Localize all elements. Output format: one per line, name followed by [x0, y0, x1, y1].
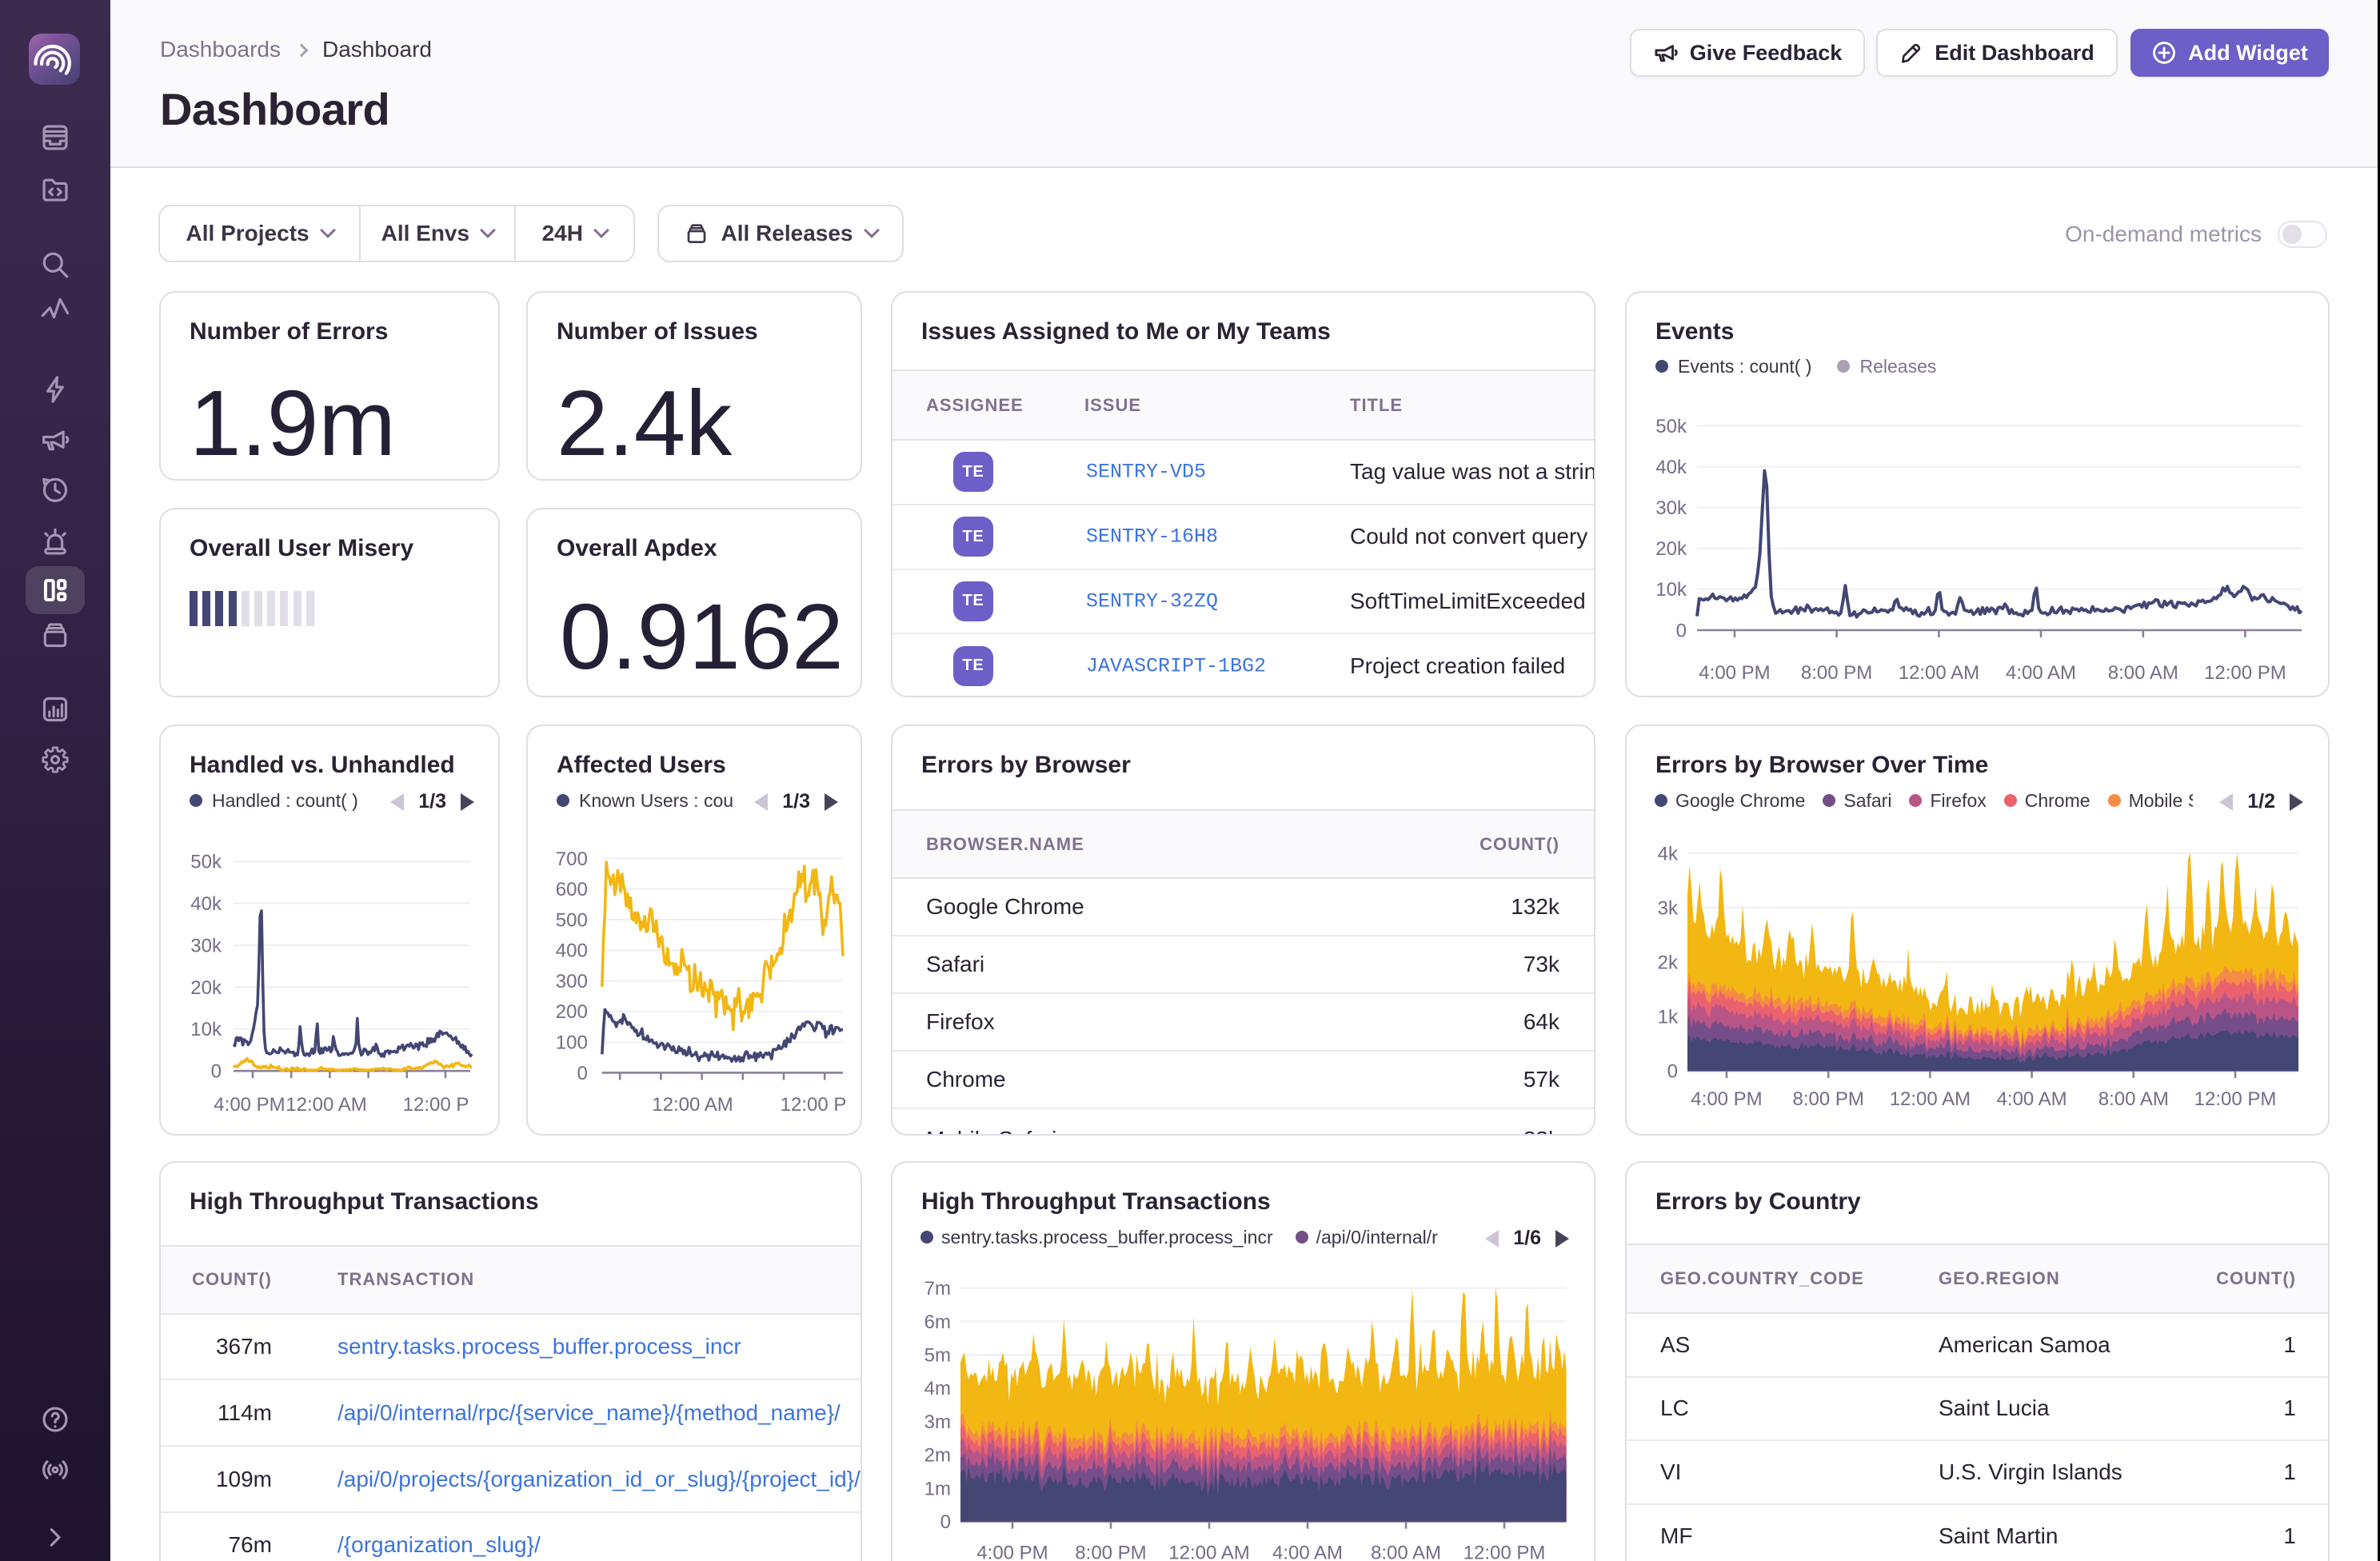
svg-text:0: 0 [211, 1061, 222, 1083]
svg-text:12:00 P: 12:00 P [781, 1094, 847, 1116]
svg-text:8:00 PM: 8:00 PM [1793, 1088, 1864, 1110]
svg-text:600: 600 [556, 879, 588, 900]
svg-text:2m: 2m [924, 1445, 951, 1467]
svg-text:12:00 AM: 12:00 AM [1899, 662, 1979, 684]
svg-text:100: 100 [556, 1032, 588, 1054]
svg-text:8:00 PM: 8:00 PM [1075, 1542, 1146, 1561]
svg-text:5m: 5m [924, 1345, 951, 1367]
svg-text:30k: 30k [1655, 497, 1687, 519]
svg-text:3k: 3k [1658, 897, 1679, 919]
svg-text:10k: 10k [1655, 579, 1687, 601]
svg-text:40k: 40k [190, 893, 222, 915]
svg-text:0: 0 [1667, 1060, 1678, 1082]
svg-text:8:00 AM: 8:00 AM [2108, 662, 2178, 684]
svg-text:300: 300 [556, 971, 588, 992]
svg-text:30k: 30k [190, 935, 222, 956]
svg-text:1m: 1m [924, 1478, 951, 1499]
svg-text:8:00 AM: 8:00 AM [1371, 1542, 1441, 1561]
svg-text:0: 0 [940, 1511, 951, 1533]
svg-text:40k: 40k [1655, 457, 1687, 478]
svg-text:500: 500 [556, 909, 588, 931]
svg-text:4:00 PM: 4:00 PM [214, 1094, 285, 1116]
svg-text:4k: 4k [1658, 843, 1679, 864]
svg-text:4:00 PM: 4:00 PM [1691, 1088, 1762, 1110]
svg-text:50k: 50k [1655, 416, 1687, 437]
svg-text:20k: 20k [190, 977, 222, 999]
svg-text:4m: 4m [924, 1378, 951, 1399]
svg-text:1k: 1k [1658, 1006, 1679, 1028]
svg-text:20k: 20k [1655, 538, 1687, 560]
svg-text:700: 700 [556, 848, 588, 870]
svg-text:4:00 AM: 4:00 AM [2006, 662, 2076, 684]
svg-text:0: 0 [577, 1063, 587, 1084]
svg-text:12:00 PM: 12:00 PM [2194, 1088, 2277, 1110]
svg-text:12:00 AM: 12:00 AM [1168, 1542, 1249, 1561]
svg-text:12:00 PM: 12:00 PM [1464, 1542, 1546, 1561]
svg-text:8:00 AM: 8:00 AM [2098, 1088, 2169, 1110]
svg-text:12:00 PM: 12:00 PM [2204, 662, 2286, 684]
svg-text:12:00 AM: 12:00 AM [1890, 1088, 1971, 1110]
svg-text:12:00 P: 12:00 P [403, 1094, 469, 1116]
svg-text:4:00 PM: 4:00 PM [1699, 662, 1770, 684]
svg-text:7m: 7m [924, 1278, 951, 1300]
svg-text:6m: 6m [924, 1311, 951, 1333]
svg-text:0: 0 [1676, 620, 1687, 641]
svg-text:10k: 10k [190, 1019, 222, 1040]
svg-text:200: 200 [556, 1001, 588, 1023]
svg-text:4:00 AM: 4:00 AM [1272, 1542, 1343, 1561]
svg-text:2k: 2k [1658, 952, 1679, 973]
svg-text:50k: 50k [190, 852, 222, 873]
svg-text:3m: 3m [924, 1411, 951, 1433]
svg-text:8:00 PM: 8:00 PM [1801, 662, 1872, 684]
svg-text:4:00 PM: 4:00 PM [976, 1542, 1048, 1561]
svg-text:400: 400 [556, 940, 588, 962]
svg-text:12:00 AM: 12:00 AM [652, 1094, 733, 1116]
svg-text:4:00 AM: 4:00 AM [1997, 1088, 2067, 1110]
svg-text:12:00 AM: 12:00 AM [286, 1094, 366, 1116]
